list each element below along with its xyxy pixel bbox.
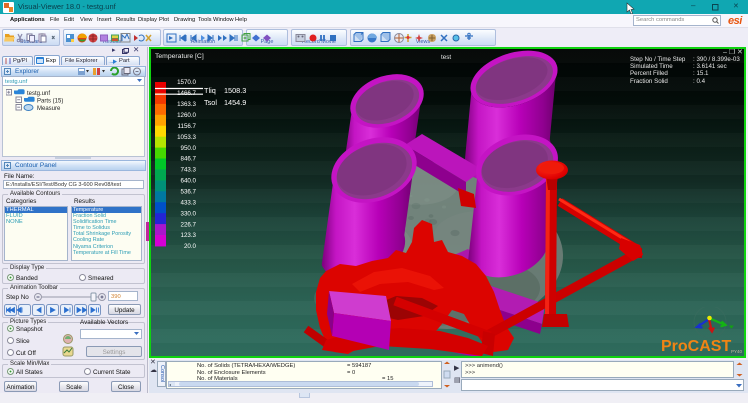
svg-text:20.0: 20.0: [184, 243, 197, 250]
svg-text:1260.0: 1260.0: [177, 112, 196, 119]
svg-text:950.0: 950.0: [181, 145, 197, 152]
svg-text:1508.3: 1508.3: [224, 86, 246, 95]
svg-text:Tsol: Tsol: [204, 98, 217, 107]
svg-text:1156.7: 1156.7: [178, 123, 197, 130]
svg-text:Measure: Measure: [37, 106, 61, 112]
svg-text:1466.7: 1466.7: [177, 90, 196, 97]
svg-text:Parts (15): Parts (15): [37, 99, 63, 105]
svg-text:330.0: 330.0: [181, 210, 197, 217]
svg-text:846.7: 846.7: [181, 156, 197, 163]
svg-text:123.3: 123.3: [181, 232, 197, 239]
svg-text:743.3: 743.3: [181, 167, 197, 174]
svg-text:433.3: 433.3: [181, 199, 197, 206]
svg-text:1570.0: 1570.0: [177, 79, 196, 86]
svg-text:1454.9: 1454.9: [224, 98, 246, 107]
svg-text:226.7: 226.7: [181, 221, 197, 228]
svg-text:640.0: 640.0: [181, 178, 197, 185]
svg-text:1363.3: 1363.3: [177, 101, 196, 108]
svg-text:testg.unf: testg.unf: [27, 91, 50, 97]
svg-text:1053.3: 1053.3: [177, 134, 196, 141]
svg-text:Tliq: Tliq: [204, 86, 216, 95]
svg-text:536.7: 536.7: [181, 189, 197, 196]
